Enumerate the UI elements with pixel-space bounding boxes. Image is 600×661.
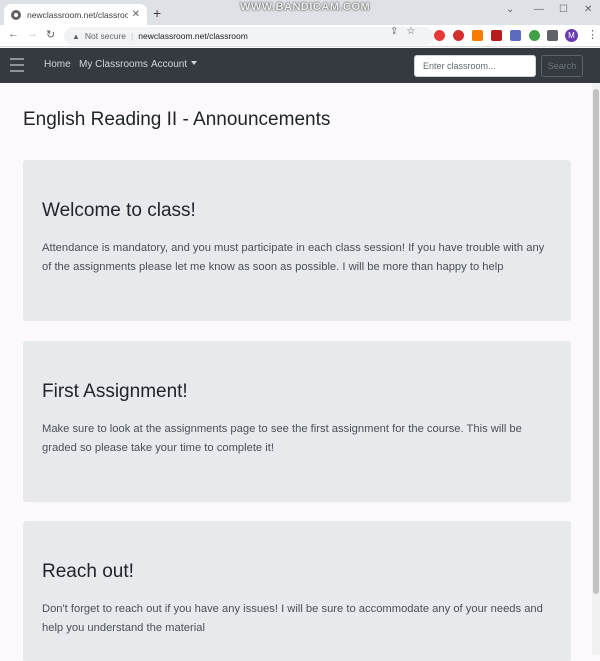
close-window-icon[interactable]: ✕ (584, 4, 592, 15)
close-icon[interactable]: ✕ (132, 9, 140, 20)
url-bar[interactable]: ▲ Not secure | newclassroom.net/classroo… (64, 27, 434, 45)
announcement-card: Welcome to class! Attendance is mandator… (23, 160, 571, 321)
maximize-icon[interactable]: ☐ (559, 4, 568, 15)
tab-title: newclassroom.net/classroom (27, 9, 128, 20)
announcement-card: Reach out! Don't forget to reach out if … (23, 521, 571, 661)
browser-tab[interactable]: newclassroom.net/classroom ✕ (4, 4, 147, 25)
globe-icon (11, 9, 21, 20)
address-bar-row: ← → ↻ ▲ Not secure | newclassroom.net/cl… (0, 25, 600, 47)
announcement-body: Don't forget to reach out if you have an… (42, 603, 543, 634)
announcement-card: First Assignment! Make sure to look at t… (23, 341, 571, 502)
puzzle-icon[interactable] (547, 30, 558, 41)
announcement-title: Welcome to class! (42, 200, 196, 221)
ublock-extension-icon[interactable] (491, 30, 502, 41)
page-title: English Reading II - Announcements (23, 109, 331, 130)
share-icon[interactable]: ⇪ (390, 26, 398, 37)
search-button[interactable]: Search (541, 55, 583, 77)
chevron-down-icon[interactable]: ⌄ (506, 4, 514, 15)
nav-link-account[interactable]: Account (151, 59, 198, 70)
reload-icon[interactable]: ↻ (46, 28, 55, 41)
kebab-menu-icon[interactable]: ⋮ (587, 28, 598, 41)
nav-link-my-classrooms[interactable]: My Classrooms (79, 59, 148, 70)
fox-extension-icon[interactable] (472, 30, 483, 41)
new-tab-button[interactable]: + (153, 5, 161, 21)
back-arrow-icon[interactable]: ← (8, 28, 19, 40)
recording-watermark: WWW.BANDICAM.COM (240, 1, 371, 13)
shield-extension-icon[interactable] (453, 30, 464, 41)
warning-icon: ▲ (72, 31, 80, 41)
grammarly-extension-icon[interactable] (529, 30, 540, 41)
page-scrollbar[interactable] (592, 83, 600, 655)
omnibox-actions: ⇪ ☆ (390, 26, 415, 37)
minimize-icon[interactable]: — (534, 4, 544, 15)
announcement-title: First Assignment! (42, 381, 188, 402)
hamburger-menu-icon[interactable] (10, 58, 24, 72)
announcement-body: Make sure to look at the assignments pag… (42, 423, 522, 454)
account-label: Account (151, 59, 188, 70)
translate-extension-icon[interactable] (510, 30, 521, 41)
announcement-title: Reach out! (42, 561, 134, 582)
forward-arrow-icon[interactable]: → (27, 28, 38, 40)
classroom-search-input[interactable] (414, 55, 536, 77)
not-secure-label: Not secure (84, 31, 127, 41)
caret-down-icon (191, 61, 198, 65)
nav-link-home[interactable]: Home (44, 59, 71, 70)
avatar[interactable]: M (565, 29, 578, 42)
url-text: newclassroom.net/classroom (138, 31, 248, 41)
scrollbar-thumb[interactable] (593, 89, 599, 594)
star-icon[interactable]: ☆ (406, 26, 415, 37)
announcement-body: Attendance is mandatory, and you must pa… (42, 242, 545, 273)
divider: | (131, 31, 134, 41)
browser-tab-strip: newclassroom.net/classroom ✕ + WWW.BANDI… (0, 0, 600, 25)
adblock-extension-icon[interactable] (434, 30, 445, 41)
